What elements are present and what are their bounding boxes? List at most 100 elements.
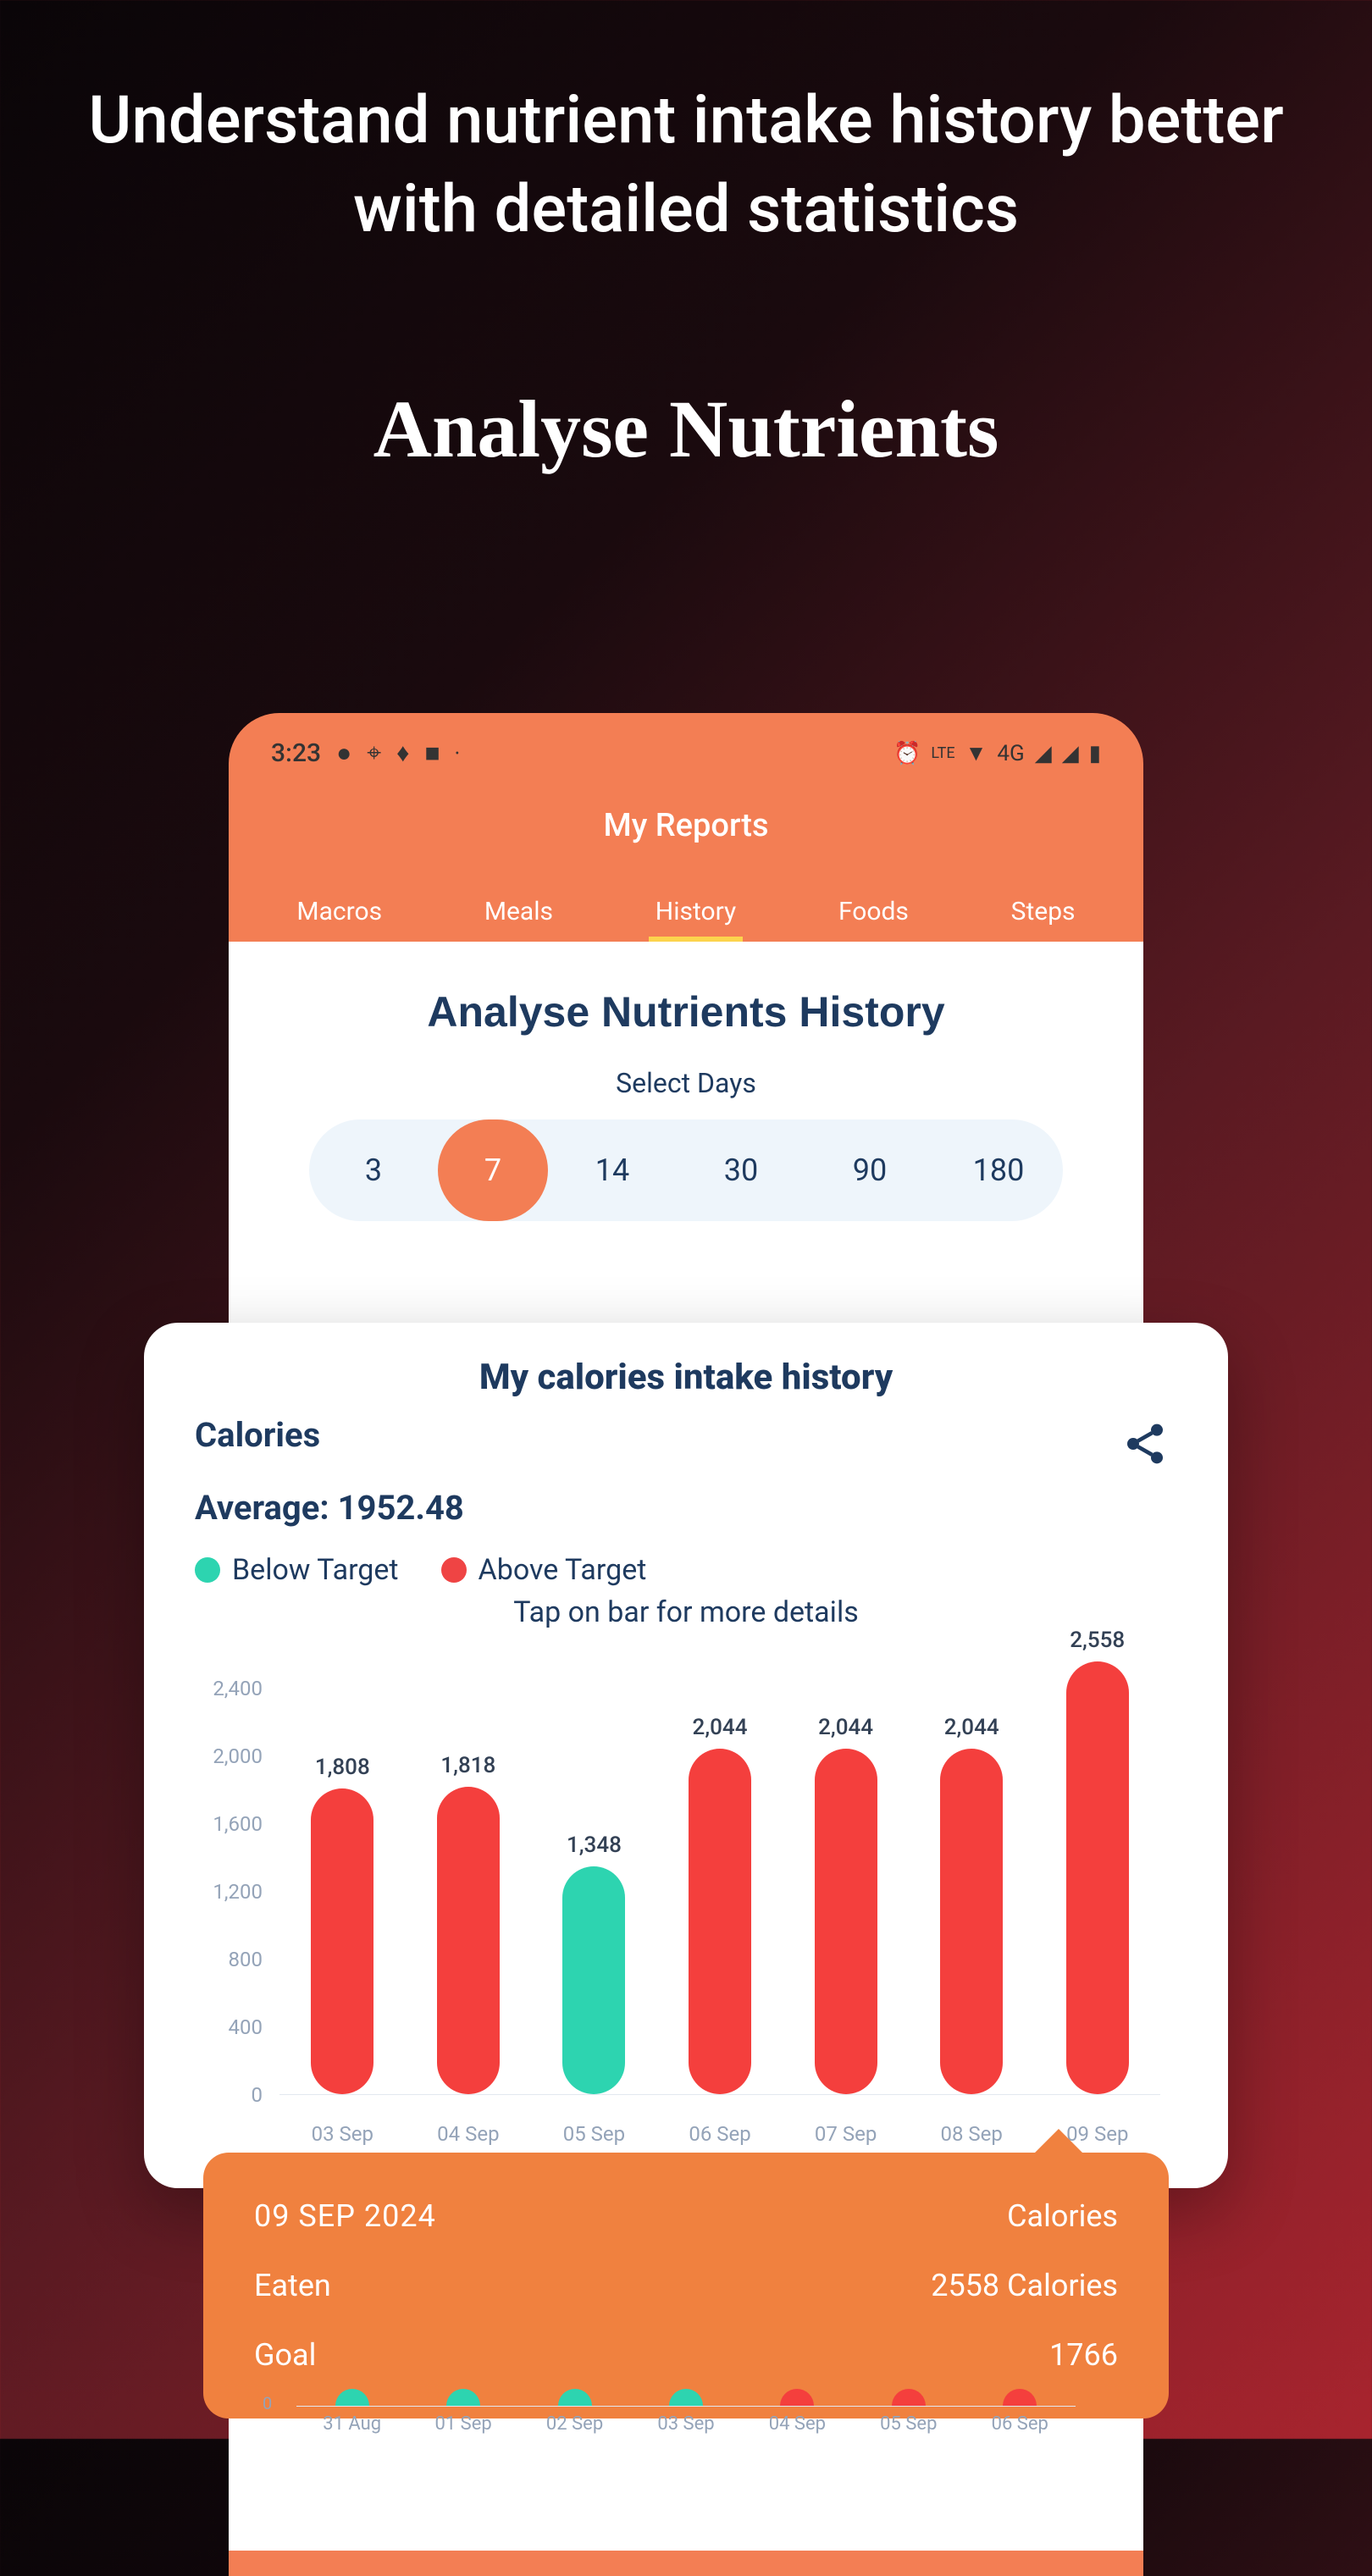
promo-subheadline: Analyse Nutrients [0,382,1372,476]
mini-x-label: 03 Sep [630,2413,741,2435]
chart-bar[interactable] [940,1749,1003,2094]
y-tick: 1,600 [213,1812,263,1836]
promo-headline: Understand nutrient intake history bette… [0,0,1372,255]
y-tick: 0 [252,2083,263,2107]
signal-icon-1: ◢ [1035,741,1052,766]
mini-x-label: 05 Sep [853,2413,964,2435]
mini-bar[interactable] [446,2389,480,2406]
volte-icon: LTE [931,746,954,761]
section-title: Analyse Nutrients History [229,942,1143,1067]
status-time: 3:23 [271,738,321,768]
app-icon: ■ [424,738,440,768]
mini-bar[interactable] [335,2389,369,2406]
dot-icon: • [456,747,460,760]
wifi-icon: ▼ [965,740,988,766]
mini-x-label: 06 Sep [965,2413,1076,2435]
chart-legend: Below Target Above Target [195,1553,1177,1587]
bar-value-label: 2,044 [818,1715,873,1740]
y-tick: 400 [229,2015,263,2039]
mini-x-label: 04 Sep [742,2413,853,2435]
mini-bar[interactable] [892,2389,926,2406]
tap-hint: Tap on bar for more details [195,1595,1177,1629]
tooltip-pointer [1033,2129,1084,2154]
flame-icon: ♦ [396,738,409,768]
tab-history[interactable]: History [652,882,739,942]
average-label: Average: 1952.48 [195,1488,1177,1528]
sync-icon: ⌖ [367,738,381,768]
select-days-label: Select Days [229,1067,1143,1099]
phone-frame: 3:23 ● ⌖ ♦ ■ • ⏰ LTE ▼ 4G ◢ ◢ ▮ My Repor… [229,713,1143,2576]
day-option-30[interactable]: 30 [677,1119,805,1221]
mini-x-label: 01 Sep [407,2413,518,2435]
chart-bar[interactable] [1066,1661,1129,2094]
chart-bar[interactable] [311,1788,373,2094]
bars-area: 1,808 1,818 1,348 2,044 2,044 2,044 2,558 [279,1655,1160,2095]
day-option-90[interactable]: 90 [805,1119,934,1221]
y-axis: 04008001,2001,6002,0002,400 [195,1655,271,2095]
bar-value-label: 1,818 [440,1753,495,1778]
chart-title: My calories intake history [195,1357,1177,1398]
tooltip-goal-value: 1766 [1049,2337,1118,2373]
bar-chart: 04008001,2001,6002,0002,400 1,8081,8181,… [195,1655,1177,2146]
bar-wrap[interactable]: 1,808 [279,1655,406,2094]
y-tick: 800 [229,1948,263,1971]
mini-bar[interactable] [669,2389,703,2406]
day-option-3[interactable]: 3 [309,1119,438,1221]
bar-value-label: 1,808 [315,1755,370,1780]
x-label: 03 Sep [279,2122,406,2146]
x-label: 07 Sep [783,2122,909,2146]
app-title: My Reports [229,777,1143,882]
day-option-14[interactable]: 14 [548,1119,677,1221]
tooltip-eaten-label: Eaten [254,2268,331,2303]
bar-wrap[interactable]: 2,044 [783,1655,909,2094]
bar-value-label: 1,348 [567,1832,622,1858]
mini-bar[interactable] [780,2389,814,2406]
bar-wrap[interactable]: 2,044 [657,1655,783,2094]
bar-wrap[interactable]: 1,818 [406,1655,532,2094]
chart-bar[interactable] [689,1749,751,2094]
tab-meals[interactable]: Meals [481,882,556,942]
x-label: 06 Sep [657,2122,783,2146]
status-bar: 3:23 ● ⌖ ♦ ■ • ⏰ LTE ▼ 4G ◢ ◢ ▮ [229,713,1143,777]
metric-label: Calories [195,1415,320,1455]
day-selector: 3 7 14 30 90 180 [309,1119,1063,1221]
mini-x-label: 02 Sep [519,2413,630,2435]
legend-below-label: Below Target [232,1553,399,1587]
tooltip-goal-label: Goal [254,2337,316,2373]
chart-bar[interactable] [815,1749,877,2094]
bar-value-label: 2,044 [693,1715,748,1740]
alarm-icon: ⏰ [893,741,921,766]
mini-y-label: 0 [263,2393,272,2413]
bar-value-label: 2,558 [1070,1628,1125,1653]
signal-icon-2: ◢ [1062,741,1079,766]
chart-bar[interactable] [437,1787,500,2094]
chart-bar[interactable] [562,1866,625,2094]
tab-steps[interactable]: Steps [1008,882,1079,942]
mini-bar[interactable] [1003,2389,1037,2406]
x-label: 05 Sep [531,2122,657,2146]
bar-wrap[interactable]: 2,044 [909,1655,1035,2094]
tab-foods[interactable]: Foods [835,882,912,942]
chart-card: My calories intake history Calories Aver… [144,1323,1228,2188]
bar-value-label: 2,044 [944,1715,999,1740]
tooltip-eaten-value: 2558 Calories [931,2268,1118,2303]
battery-icon: ▮ [1089,741,1101,766]
legend-dot-above [441,1557,467,1583]
day-option-180[interactable]: 180 [934,1119,1063,1221]
report-tabs: Macros Meals History Foods Steps [229,882,1143,942]
y-tick: 1,200 [213,1880,263,1904]
x-axis: 03 Sep04 Sep05 Sep06 Sep07 Sep08 Sep09 S… [279,2122,1160,2146]
message-icon: ● [336,738,351,768]
mini-bar[interactable] [558,2389,592,2406]
bar-wrap[interactable]: 2,558 [1034,1655,1160,2094]
bar-wrap[interactable]: 1,348 [531,1655,657,2094]
x-label: 08 Sep [909,2122,1035,2146]
y-tick: 2,000 [213,1744,263,1768]
mini-x-label: 31 Aug [296,2413,407,2435]
tab-macros[interactable]: Macros [293,882,385,942]
day-option-7[interactable]: 7 [438,1119,548,1221]
mini-chart: 0 31 Aug01 Sep02 Sep03 Sep04 Sep05 Sep06… [296,2373,1076,2457]
share-icon[interactable] [1121,1420,1169,1468]
y-tick: 2,400 [213,1677,263,1700]
legend-dot-below [195,1557,220,1583]
